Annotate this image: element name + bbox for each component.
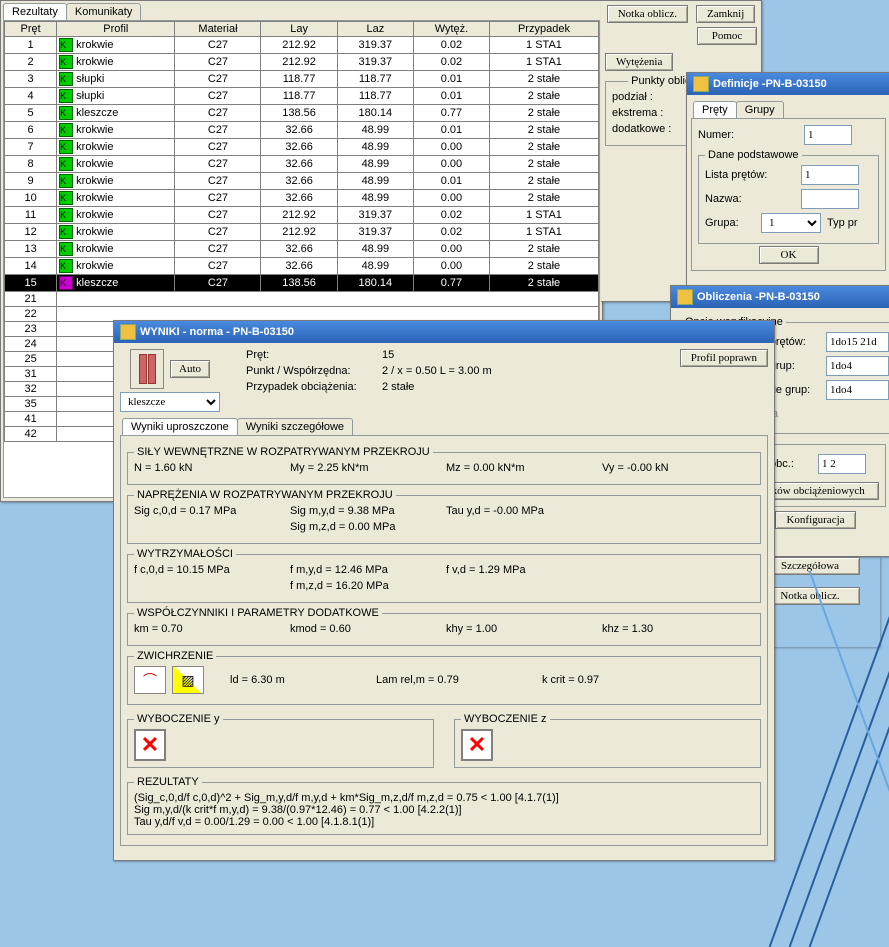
szczegolowa-button[interactable]: Szczegółowa: [760, 557, 860, 575]
auto-button[interactable]: Auto: [170, 360, 210, 378]
table-row[interactable]: 10KkrokwieC2732.6648.990.002 stałe: [5, 190, 599, 207]
table-row[interactable]: 4KsłupkiC27118.77118.770.012 stałe: [5, 88, 599, 105]
grupa-label: Grupa:: [705, 217, 755, 229]
numer-input[interactable]: [804, 125, 852, 145]
definicje-window: Definicje -PN-B-03150 Pręty Grupy Numer:…: [686, 72, 889, 289]
col-header[interactable]: Pręt: [5, 22, 57, 37]
table-row[interactable]: 5KkleszczeC27138.56180.140.772 stałe: [5, 105, 599, 122]
table-row[interactable]: 12KkrokwieC27212.92319.370.021 STA1: [5, 224, 599, 241]
k-icon: K: [59, 191, 73, 205]
wyniki-window: WYNIKI - norma - PN-B-03150 Auto kleszcz…: [113, 320, 775, 861]
wp-input[interactable]: [826, 332, 889, 352]
table-row[interactable]: 8KkrokwieC2732.6648.990.002 stałe: [5, 156, 599, 173]
zamknij-button[interactable]: Zamknij: [696, 5, 755, 23]
table-row[interactable]: 13KkrokwieC2732.6648.990.002 stałe: [5, 241, 599, 258]
k-icon: K: [59, 89, 73, 103]
naprezenia-group: NAPRĘŻENIA W ROZPATRYWANYM PRZEKROJU Sig…: [127, 489, 761, 544]
k-icon: K: [59, 38, 73, 52]
table-row[interactable]: 21: [5, 292, 599, 307]
k-icon: K: [59, 123, 73, 137]
wyboczenie-y-group: WYBOCZENIE y ✕: [127, 713, 434, 768]
k-icon: K: [59, 259, 73, 273]
grupa-select[interactable]: 1: [761, 213, 821, 233]
table-row[interactable]: 2KkrokwieC27212.92319.370.021 STA1: [5, 54, 599, 71]
tab-komunikaty[interactable]: Komunikaty: [66, 3, 141, 20]
table-row[interactable]: 1KkrokwieC27212.92319.370.021 STA1: [5, 37, 599, 54]
profile-icon: [130, 349, 164, 389]
lista-input[interactable]: [801, 165, 859, 185]
dane-legend: Dane podstawowe: [705, 149, 802, 161]
lista-obc-input[interactable]: [818, 454, 866, 474]
col-header[interactable]: Wytęż.: [413, 22, 489, 37]
table-row[interactable]: 15KkleszczeC27138.56180.140.772 stałe: [5, 275, 599, 292]
col-header[interactable]: Przypadek: [489, 22, 598, 37]
zw-icon-1[interactable]: ⌒: [134, 666, 166, 694]
profile-select[interactable]: kleszcze: [120, 392, 220, 412]
table-row[interactable]: 14KkrokwieC2732.6648.990.002 stałe: [5, 258, 599, 275]
k-icon: K: [59, 208, 73, 222]
tab-prety[interactable]: Pręty: [693, 101, 737, 118]
window-icon: [120, 324, 136, 340]
wytezenia-button[interactable]: Wytężenia: [605, 53, 673, 71]
window-icon: [693, 76, 709, 92]
window-icon: [677, 289, 693, 305]
col-header[interactable]: Profil: [57, 22, 175, 37]
k-icon: K: [59, 55, 73, 69]
numer-label: Numer:: [698, 129, 798, 141]
tab-rezultaty[interactable]: Rezultaty: [3, 3, 67, 20]
right-buttons: Szczegółowa Notka oblicz.: [760, 557, 880, 647]
k-icon: K: [59, 276, 73, 290]
wg-input[interactable]: [826, 356, 889, 376]
k-icon: K: [59, 140, 73, 154]
typ-label: Typ pr: [827, 217, 858, 229]
table-row[interactable]: 7KkrokwieC2732.6648.990.002 stałe: [5, 139, 599, 156]
obliczenia-titlebar[interactable]: Obliczenia -PN-B-03150: [671, 286, 889, 308]
table-row[interactable]: 11KkrokwieC27212.92319.370.021 STA1: [5, 207, 599, 224]
red-x-icon: ✕: [461, 729, 493, 761]
col-header[interactable]: Lay: [261, 22, 337, 37]
k-icon: K: [59, 157, 73, 171]
zw-icon-2[interactable]: ▨: [172, 666, 204, 694]
profil-poprawn-button[interactable]: Profil poprawn: [680, 349, 768, 367]
wyniki-titlebar[interactable]: WYNIKI - norma - PN-B-03150: [114, 321, 774, 343]
wspolczynniki-group: WSPÓŁCZYNNIKI I PARAMETRY DODATKOWE km =…: [127, 607, 761, 646]
lista-label: Lista prętów:: [705, 169, 795, 181]
pomoc-button[interactable]: Pomoc: [697, 27, 757, 45]
table-row[interactable]: 3KsłupkiC27118.77118.770.012 stałe: [5, 71, 599, 88]
obliczenia-title: Obliczenia -PN-B-03150: [697, 291, 820, 303]
wytrzymalosci-group: WYTRZYMAŁOŚCI f c,0,d = 10.15 MPaf m,y,d…: [127, 548, 761, 603]
rezultaty-group: REZULTATY (Sig_c,0,d/f c,0,d)^2 + Sig_m,…: [127, 776, 761, 835]
tab-wyniki-uproszczone[interactable]: Wyniki uproszczone: [122, 418, 238, 435]
table-row[interactable]: 6KkrokwieC2732.6648.990.012 stałe: [5, 122, 599, 139]
def-ok-button[interactable]: OK: [759, 246, 819, 264]
k-icon: K: [59, 174, 73, 188]
k-icon: K: [59, 106, 73, 120]
konfig-button[interactable]: Konfiguracja: [775, 511, 855, 529]
k-icon: K: [59, 225, 73, 239]
nazwa-label: Nazwa:: [705, 193, 795, 205]
tab-wyniki-szczegolowe[interactable]: Wyniki szczegółowe: [237, 418, 353, 435]
nazwa-input[interactable]: [801, 189, 859, 209]
definicje-title: Definicje -PN-B-03150: [713, 78, 827, 90]
table-row[interactable]: 9KkrokwieC2732.6648.990.012 stałe: [5, 173, 599, 190]
red-x-icon: ✕: [134, 729, 166, 761]
wmg-input[interactable]: [826, 380, 889, 400]
col-header[interactable]: Laz: [337, 22, 413, 37]
col-header[interactable]: Materiał: [175, 22, 261, 37]
tab-grupy[interactable]: Grupy: [736, 101, 784, 118]
notka-button[interactable]: Notka oblicz.: [607, 5, 688, 23]
definicje-titlebar[interactable]: Definicje -PN-B-03150: [687, 73, 889, 95]
k-icon: K: [59, 242, 73, 256]
sily-group: SIŁY WEWNĘTRZNE W ROZPATRYWANYM PRZEKROJ…: [127, 446, 761, 485]
wyboczenie-z-group: WYBOCZENIE z ✕: [454, 713, 761, 768]
zwichrzenie-group: ZWICHRZENIE ⌒ ▨ ld = 6.30 m Lam rel,m = …: [127, 650, 761, 705]
notka2-button[interactable]: Notka oblicz.: [760, 587, 860, 605]
wyniki-title: WYNIKI - norma - PN-B-03150: [140, 326, 294, 338]
k-icon: K: [59, 72, 73, 86]
